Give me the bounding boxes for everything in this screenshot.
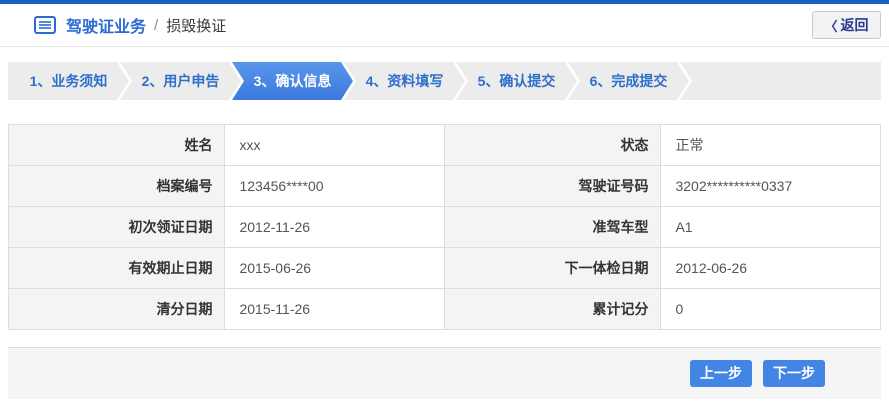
breadcrumb-current: 损毁换证 bbox=[166, 17, 227, 35]
breadcrumb-separator: / bbox=[154, 16, 159, 34]
field-value: 正常 bbox=[660, 124, 881, 166]
chevron-left-icon: 〈 bbox=[824, 18, 838, 34]
field-label: 姓名 bbox=[7, 124, 226, 166]
footer-action-bar: 上一步 下一步 bbox=[8, 347, 881, 399]
field-value: A1 bbox=[660, 206, 881, 248]
field-value: 0 bbox=[660, 288, 881, 330]
step-tab-4[interactable]: 4、资料填写 bbox=[344, 62, 465, 100]
field-label: 下一体检日期 bbox=[443, 247, 662, 289]
field-value: 3202**********0337 bbox=[660, 165, 881, 207]
table-row: 档案编号 123456****00 驾驶证号码 3202**********03… bbox=[7, 165, 881, 207]
field-value: 2015-06-26 bbox=[224, 247, 445, 289]
breadcrumb-root[interactable]: 驾驶证业务 bbox=[66, 13, 146, 37]
field-value: 2015-11-26 bbox=[224, 288, 445, 330]
step-tab-1[interactable]: 1、业务须知 bbox=[8, 62, 129, 100]
step-tab-5[interactable]: 5、确认提交 bbox=[456, 62, 577, 100]
table-row: 有效期止日期 2015-06-26 下一体检日期 2012-06-26 bbox=[7, 247, 881, 289]
license-card-icon bbox=[34, 16, 56, 34]
previous-step-button[interactable]: 上一步 bbox=[690, 360, 752, 387]
field-value: 2012-11-26 bbox=[224, 206, 445, 248]
field-label: 档案编号 bbox=[7, 165, 226, 207]
back-button[interactable]: 〈 返回 bbox=[812, 11, 881, 39]
field-label: 有效期止日期 bbox=[7, 247, 226, 289]
field-label: 累计记分 bbox=[443, 288, 662, 330]
back-button-label: 返回 bbox=[840, 17, 869, 33]
license-info-table: 姓名 xxx 状态 正常 档案编号 123456****00 驾驶证号码 320… bbox=[7, 124, 881, 330]
table-row: 初次领证日期 2012-11-26 准驾车型 A1 bbox=[7, 206, 881, 248]
step-wizard-filler bbox=[680, 62, 881, 100]
field-value: xxx bbox=[224, 124, 445, 166]
step-wizard: 1、业务须知 2、用户申告 3、确认信息 4、资料填写 5、确认提交 6、完成提… bbox=[8, 62, 881, 100]
step-tab-6[interactable]: 6、完成提交 bbox=[568, 62, 689, 100]
table-row: 清分日期 2015-11-26 累计记分 0 bbox=[7, 288, 881, 330]
field-label: 初次领证日期 bbox=[7, 206, 226, 248]
field-label: 清分日期 bbox=[7, 288, 226, 330]
page: 驾驶证业务 / 损毁换证 〈 返回 1、业务须知 2、用户申告 3、确认信息 4… bbox=[0, 0, 889, 405]
field-label: 状态 bbox=[443, 124, 662, 166]
table-row: 姓名 xxx 状态 正常 bbox=[7, 124, 881, 166]
field-value: 2012-06-26 bbox=[660, 247, 881, 289]
field-label: 驾驶证号码 bbox=[443, 165, 662, 207]
step-tab-2[interactable]: 2、用户申告 bbox=[120, 62, 241, 100]
next-step-button[interactable]: 下一步 bbox=[763, 360, 825, 387]
field-label: 准驾车型 bbox=[443, 206, 662, 248]
field-value: 123456****00 bbox=[224, 165, 445, 207]
header: 驾驶证业务 / 损毁换证 〈 返回 bbox=[0, 4, 889, 47]
step-tab-3-active[interactable]: 3、确认信息 bbox=[232, 62, 353, 100]
